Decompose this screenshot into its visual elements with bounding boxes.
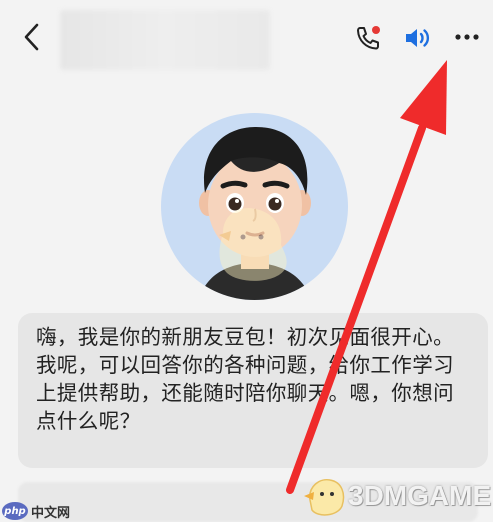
3dmgame-watermark-text: 3DMGAME — [348, 480, 492, 511]
back-button[interactable] — [18, 20, 48, 54]
more-dots-icon — [455, 34, 479, 40]
3dmgame-watermark: 3DMGAME — [300, 468, 492, 522]
avatar-illustration — [199, 127, 311, 300]
chevron-left-icon — [24, 23, 39, 51]
call-button[interactable] — [354, 24, 382, 52]
welcome-message-text: 嗨，我是你的新朋友豆包！初次见面很开心。我呢，可以回答你的各种问题，给你工作学习… — [36, 325, 454, 433]
php-logo: php — [2, 502, 28, 520]
more-options-button[interactable] — [452, 28, 486, 46]
notification-dot — [372, 26, 380, 34]
welcome-message-bubble[interactable]: 嗨，我是你的新朋友豆包！初次见面很开心。我呢，可以回答你的各种问题，给你工作学习… — [18, 313, 488, 468]
contact-name-blurred — [60, 10, 270, 70]
top-bar — [0, 0, 493, 72]
php-watermark-text: 中文网 — [31, 505, 71, 521]
phone-icon — [357, 26, 380, 50]
bot-avatar[interactable] — [161, 113, 348, 300]
speaker-icon — [406, 29, 430, 47]
php-watermark: php 中文网 — [2, 500, 70, 522]
speaker-button[interactable] — [403, 24, 433, 52]
mascot-icon — [304, 478, 345, 516]
